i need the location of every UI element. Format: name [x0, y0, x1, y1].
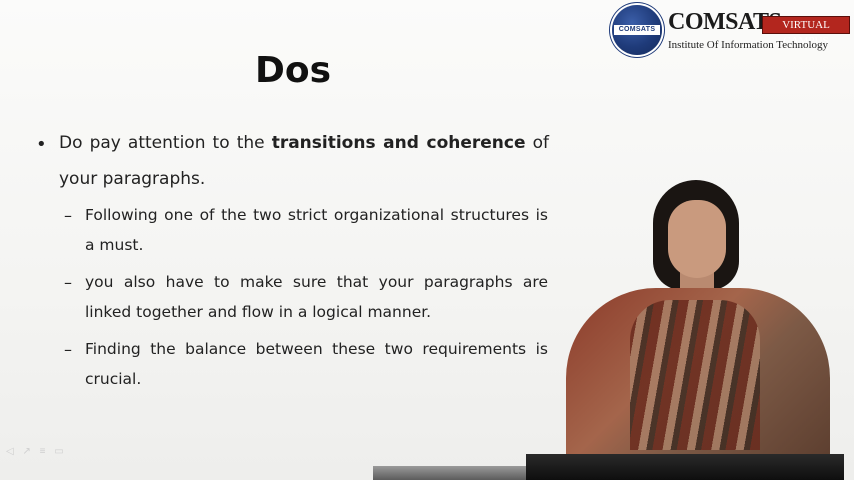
subpoint-1-line-1: Following one of the two strict organiza… [85, 206, 548, 224]
slide-nav-icons[interactable]: ◁ ↗ ≡ ▭ [6, 446, 67, 457]
bullet-text-post: of [525, 133, 549, 153]
subpoint-2-line-1: you also have to make sure that your par… [85, 273, 548, 291]
sub-dash-1: – [64, 206, 72, 225]
comsats-logo: COMSATS COMSATS VIRTUAL CAMPUS Institute… [612, 5, 850, 57]
subpoint-3-line-1: Finding the balance between these two re… [85, 340, 548, 358]
comsats-seal-icon: COMSATS [612, 5, 662, 55]
bullet-text-bold: transitions and coherence [271, 133, 526, 153]
subpoint-2-line-2: linked together and flow in a logical ma… [85, 303, 432, 321]
bullet-text-pre: Do pay attention to the [59, 133, 272, 153]
slide-title: Dos [254, 50, 332, 91]
sub-dash-2: – [64, 273, 72, 292]
podium [526, 454, 844, 480]
laptop-edge [373, 466, 528, 480]
presenter-face [668, 200, 726, 278]
presenter-video [540, 170, 854, 480]
sub-dash-3: – [64, 340, 72, 359]
institute-name: Institute Of Information Technology [668, 39, 829, 51]
virtual-campus-badge: VIRTUAL CAMPUS [762, 16, 850, 47]
bullet-line-1: Do pay attention to the transitions and … [59, 125, 549, 161]
subpoint-1-line-2: a must. [85, 236, 144, 254]
bullet-line-2: your paragraphs. [59, 169, 206, 189]
presenter-shawl-pattern [630, 300, 760, 450]
bullet-symbol: • [36, 134, 47, 155]
seal-text: COMSATS [614, 25, 660, 35]
subpoint-3-line-2: crucial. [85, 370, 142, 388]
